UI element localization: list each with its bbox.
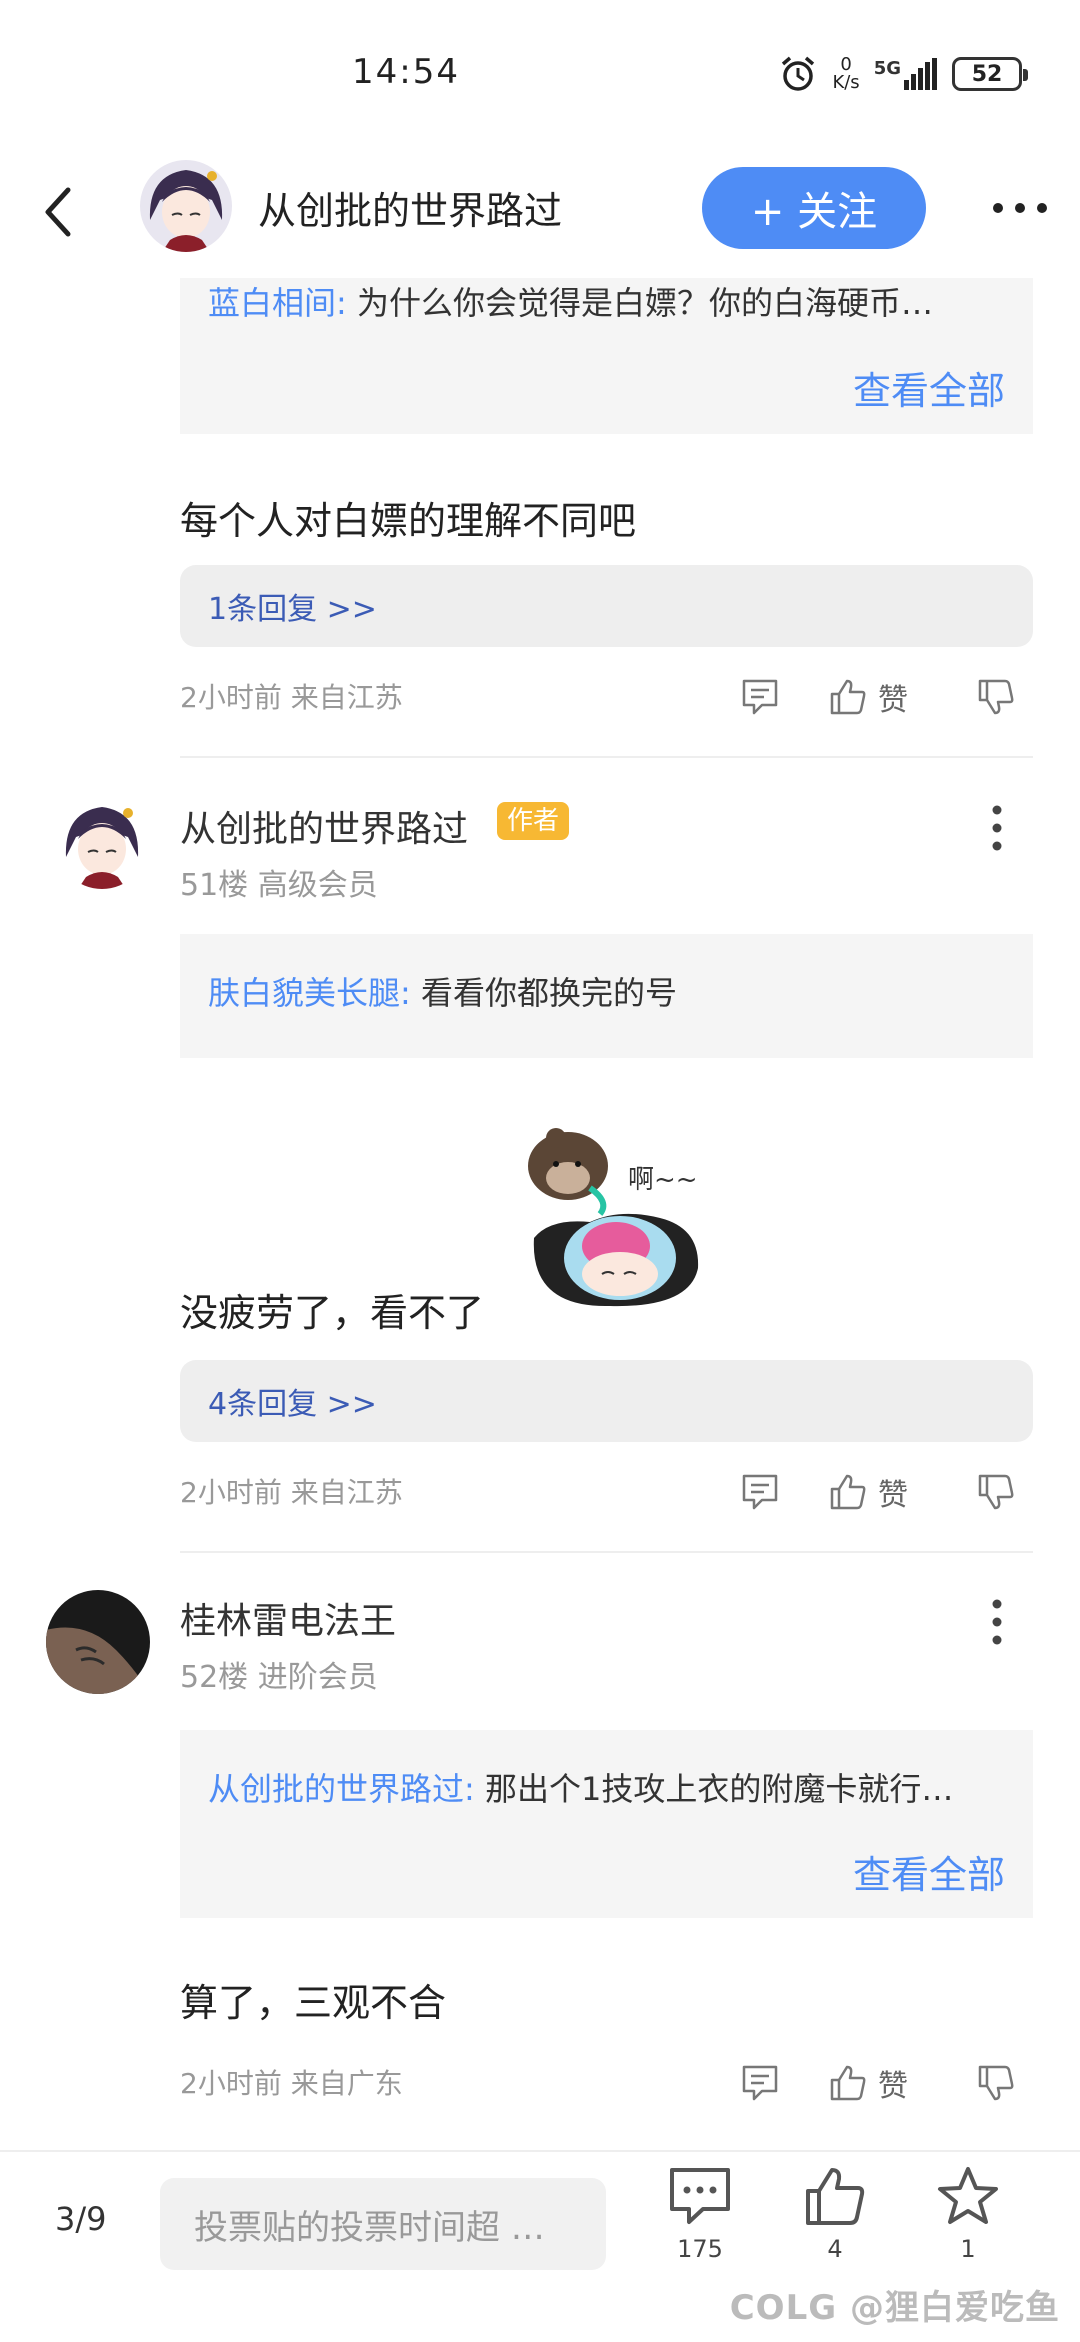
comment-count: 175 (677, 2235, 723, 2263)
thumbs-up-icon (830, 1474, 866, 1510)
comment-text: 每个人对白嫖的理解不同吧 (180, 499, 637, 543)
header-avatar[interactable] (140, 160, 232, 252)
quote-body: 看看你都换完的号 (410, 974, 677, 1012)
thumbs-up-icon (806, 2168, 865, 2225)
comment-text: 算了，三观不合 (180, 1981, 447, 2025)
thumbs-down-icon[interactable] (976, 2063, 1016, 2103)
sticker-text: 啊~~ (628, 1165, 698, 1195)
user-avatar[interactable] (46, 1590, 150, 1694)
like-label: 赞 (878, 2069, 908, 2104)
like-count: 4 (827, 2235, 843, 2263)
comment-bubble-icon (670, 2168, 730, 2224)
like-post-button[interactable]: 4 (790, 2165, 880, 2263)
comment-meta: 2小时前 来自江苏 (180, 681, 403, 714)
comment-text: 没疲劳了，看不了 (180, 1291, 485, 1335)
quote-body: 为什么你会觉得是白嫖？你的白海硬币… (346, 284, 933, 322)
net-speed: 0 K/s (832, 56, 859, 92)
quoted-reply[interactable]: 从创批的世界路过: 那出个1技攻上衣的附魔卡就行… 查看全部 (180, 1730, 1033, 1918)
back-button[interactable] (38, 182, 78, 242)
comment-input[interactable]: 投票贴的投票时间超 … (160, 2178, 606, 2270)
page-indicator[interactable]: 3/9 (55, 2200, 107, 2238)
comments-button[interactable]: 175 (655, 2165, 745, 2263)
net-speed-unit: K/s (832, 72, 860, 93)
status-icons: 0 K/s 5G 52 (778, 54, 1028, 94)
like-label: 赞 (878, 1478, 908, 1513)
more-options-icon[interactable] (990, 196, 1050, 220)
star-icon (938, 2167, 998, 2224)
favorite-count: 1 (960, 2235, 976, 2263)
favorite-button[interactable]: 1 (923, 2165, 1013, 2263)
reply-count-link[interactable]: 4条回复 >> (180, 1360, 1033, 1442)
comment-meta: 2小时前 来自江苏 (180, 1476, 403, 1509)
comment-menu-icon[interactable] (990, 804, 1004, 852)
quote-text: 肤白貌美长腿: 看看你都换完的号 (208, 968, 677, 1014)
thumbs-down-icon[interactable] (976, 1472, 1016, 1512)
comment-actions: 赞 (740, 1467, 1030, 1517)
divider (180, 756, 1033, 758)
signal-bars-icon (904, 58, 937, 90)
like-button[interactable]: 赞 (828, 675, 908, 719)
comment-menu-icon[interactable] (990, 1598, 1004, 1646)
floor-info: 52楼 进阶会员 (180, 1660, 378, 1695)
user-avatar[interactable] (56, 797, 148, 889)
thumbs-up-icon (830, 679, 866, 715)
quote-text: 从创批的世界路过: 那出个1技攻上衣的附魔卡就行… (208, 1764, 953, 1810)
follow-button[interactable]: + 关注 (702, 167, 926, 249)
reply-icon[interactable] (740, 677, 780, 717)
network-type: 5G (873, 58, 901, 79)
reply-icon[interactable] (740, 2063, 780, 2103)
comment-meta: 2小时前 来自广东 (180, 2067, 403, 2100)
thumbs-down-icon[interactable] (976, 677, 1016, 717)
quote-author[interactable]: 肤白貌美长腿: (208, 974, 411, 1012)
alarm-icon (782, 56, 815, 91)
comment-actions: 赞 (740, 2058, 1030, 2108)
floor-info: 51楼 高级会员 (180, 868, 378, 903)
user-name[interactable]: 从创批的世界路过 (180, 800, 468, 852)
like-button[interactable]: 赞 (828, 1470, 908, 1514)
reply-count-link[interactable]: 1条回复 >> (180, 565, 1033, 647)
quote-author[interactable]: 蓝白相间: (208, 284, 347, 322)
reply-icon[interactable] (740, 1472, 780, 1512)
like-label: 赞 (878, 683, 908, 718)
watermark: COLG @狸白爱吃鱼 (729, 2288, 1060, 2328)
status-time: 14:54 (352, 52, 460, 92)
quoted-reply[interactable]: 蓝白相间: 为什么你会觉得是白嫖？你的白海硬币… 查看全部 (180, 278, 1033, 434)
header-title: 从创批的世界路过 (258, 189, 563, 233)
view-all-link[interactable]: 查看全部 (853, 360, 1005, 415)
quoted-reply[interactable]: 肤白貌美长腿: 看看你都换完的号 (180, 934, 1033, 1058)
battery-indicator: 52 (952, 57, 1028, 91)
like-button[interactable]: 赞 (828, 2061, 908, 2105)
view-all-link[interactable]: 查看全部 (853, 1844, 1005, 1899)
signal-indicator: 5G (874, 58, 938, 90)
divider (180, 1551, 1033, 1553)
thumbs-up-icon (830, 2065, 866, 2101)
quote-text: 蓝白相间: 为什么你会觉得是白嫖？你的白海硬币… (208, 278, 933, 324)
user-name[interactable]: 桂林雷电法王 (180, 1592, 396, 1644)
comment-actions: 赞 (740, 672, 1030, 722)
sticker-image[interactable]: 啊~~ (520, 1118, 710, 1318)
quote-author[interactable]: 从创批的世界路过: (208, 1770, 475, 1808)
quote-body: 那出个1技攻上衣的附魔卡就行… (474, 1770, 954, 1808)
author-badge: 作者 (497, 802, 570, 840)
